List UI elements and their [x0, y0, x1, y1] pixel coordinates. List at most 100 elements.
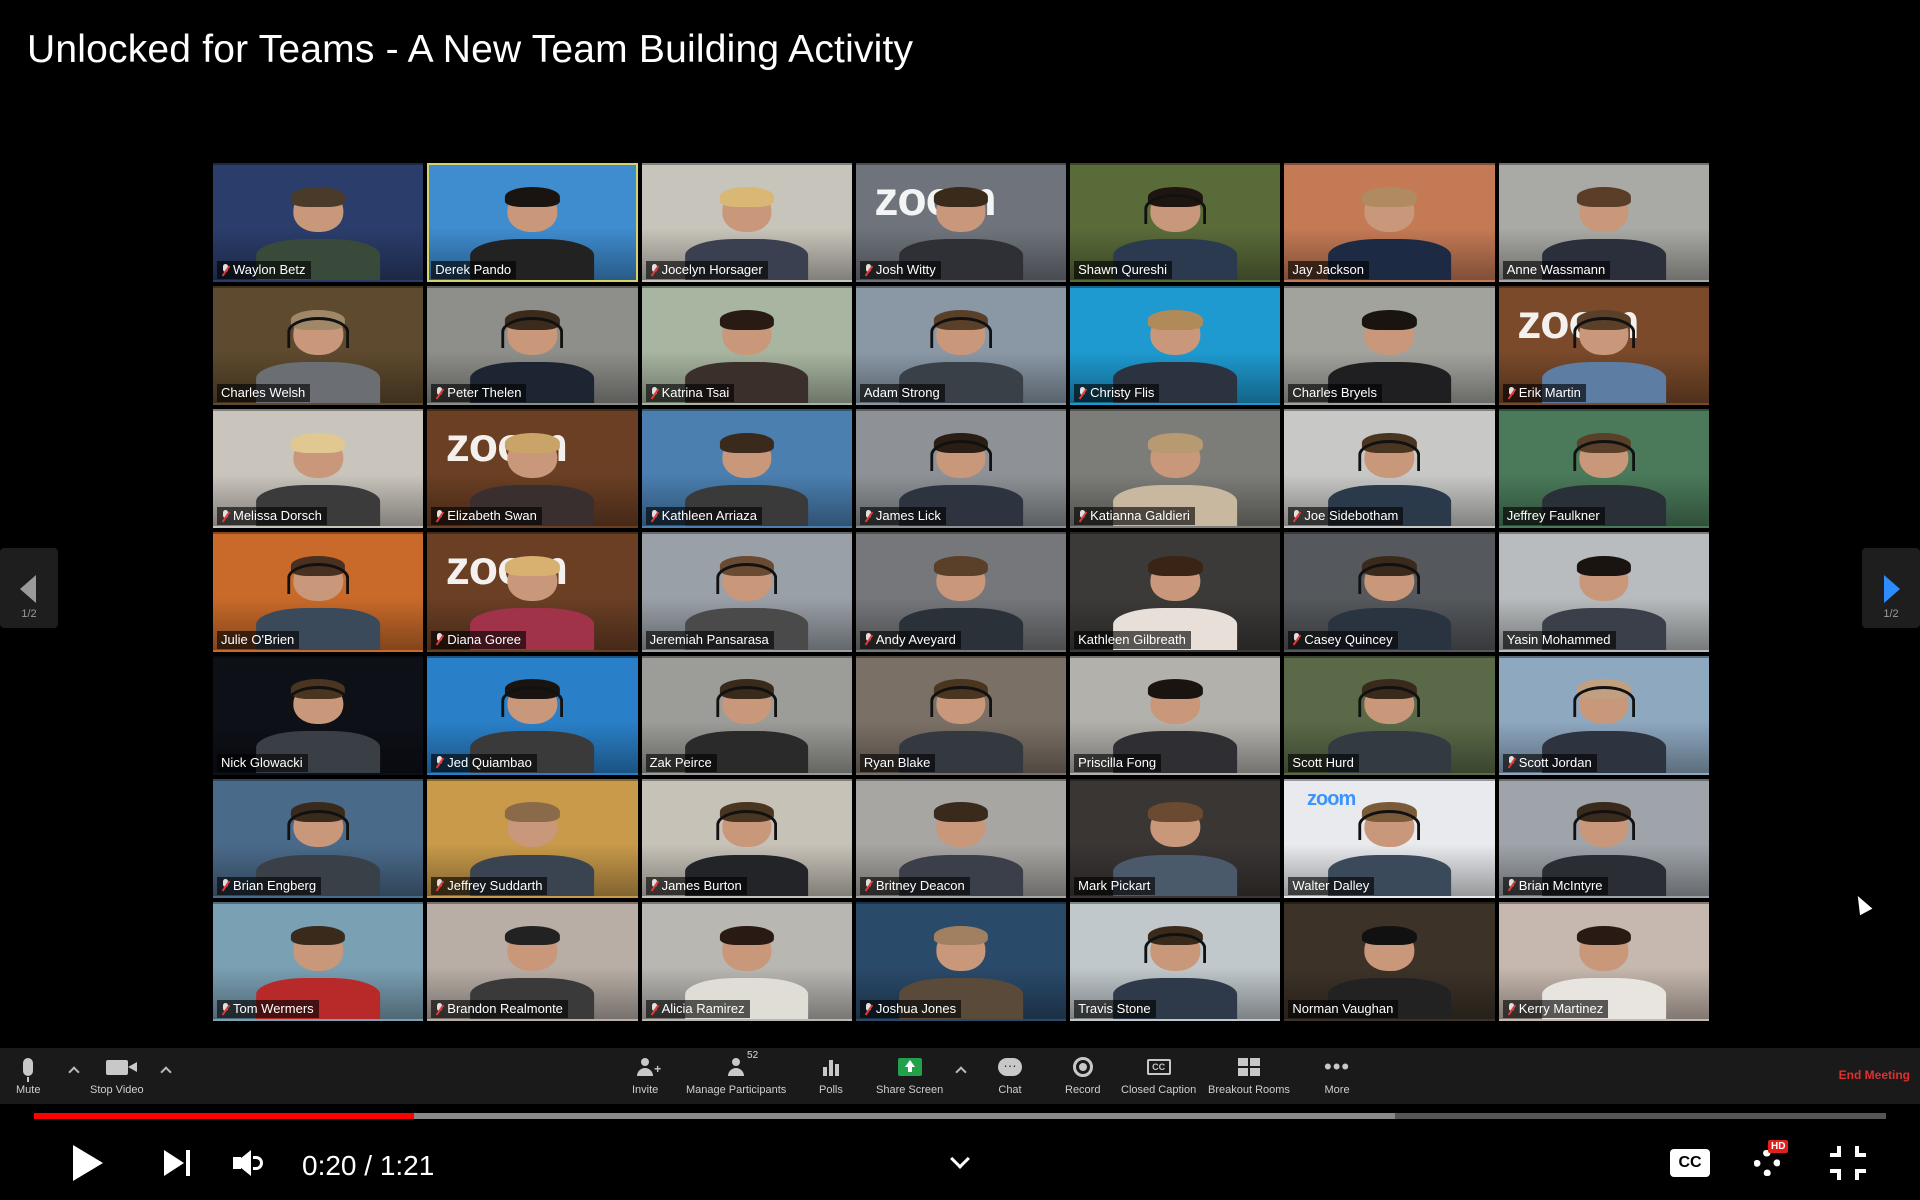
participant-tile[interactable]: Alicia Ramirez	[642, 902, 852, 1021]
participant-tile[interactable]: Priscilla Fong	[1070, 656, 1280, 775]
participant-tile[interactable]: Jay Jackson	[1284, 163, 1494, 282]
participant-tile[interactable]: Joshua Jones	[856, 902, 1066, 1021]
participant-tile[interactable]: Charles Bryels	[1284, 286, 1494, 405]
invite-button[interactable]: + Invite	[632, 1054, 661, 1096]
participant-tile[interactable]: Katianna Galdieri	[1070, 409, 1280, 528]
participant-tile[interactable]: Joe Sidebotham	[1284, 409, 1494, 528]
participant-tile[interactable]: Brandon Realmonte	[427, 902, 637, 1021]
participant-tile[interactable]: Kerry Martinez	[1499, 902, 1709, 1021]
mute-button[interactable]: Mute	[16, 1054, 40, 1096]
next-page-button[interactable]: 1/2	[1862, 548, 1920, 628]
participant-name: Kerry Martinez	[1518, 1001, 1604, 1016]
participant-tile[interactable]: Shawn Qureshi	[1070, 163, 1280, 282]
participant-tile[interactable]: Brian Engberg	[213, 779, 423, 898]
skip-next-icon	[162, 1148, 192, 1178]
participant-tile[interactable]: Jocelyn Horsager	[642, 163, 852, 282]
participant-name-tag: Elizabeth Swan	[431, 507, 542, 526]
participant-name-tag: Jocelyn Horsager	[645, 261, 768, 280]
next-video-button[interactable]	[160, 1140, 194, 1186]
closed-caption-button[interactable]: CC Closed Caption	[1121, 1054, 1196, 1096]
participant-tile[interactable]: Britney Deacon	[856, 779, 1066, 898]
participant-tile[interactable]: Nick Glowacki	[213, 656, 423, 775]
participant-name-tag: Ryan Blake	[859, 753, 936, 772]
participant-tile[interactable]: Jed Quiambao	[427, 656, 637, 775]
record-button[interactable]: Record	[1065, 1054, 1100, 1096]
participant-tile[interactable]: Norman Vaughan	[1284, 902, 1494, 1021]
volume-button[interactable]	[230, 1140, 270, 1186]
participant-tile[interactable]: Adam Strong	[856, 286, 1066, 405]
previous-page-button[interactable]: 1/2	[0, 548, 58, 628]
participant-tile[interactable]: zoom Walter Dalley	[1284, 779, 1494, 898]
participant-tile[interactable]: Jeremiah Pansarasa	[642, 532, 852, 651]
participant-tile[interactable]: Charles Welsh	[213, 286, 423, 405]
participant-tile[interactable]: Julie O'Brien	[213, 532, 423, 651]
participant-tile[interactable]: Scott Hurd	[1284, 656, 1494, 775]
play-button[interactable]	[68, 1140, 108, 1186]
participant-tile[interactable]: Brian McIntyre	[1499, 779, 1709, 898]
participant-tile[interactable]: zoomDiana Goree	[427, 532, 637, 651]
gallery-grid: Waylon Betz Derek Pando Jocelyn Horsager zo…	[213, 163, 1709, 1021]
participant-tile[interactable]: Mark Pickart	[1070, 779, 1280, 898]
participant-name-tag: Alicia Ramirez	[645, 1000, 750, 1018]
participant-tile[interactable]: Anne Wassmann	[1499, 163, 1709, 282]
participant-tile[interactable]: zoomElizabeth Swan	[427, 409, 637, 528]
manage-participants-button[interactable]: 52 Manage Participants	[686, 1050, 786, 1096]
participant-tile[interactable]: Tom Wermers	[213, 902, 423, 1021]
audio-options-caret[interactable]	[68, 1066, 80, 1078]
more-button[interactable]: ••• More	[1324, 1054, 1350, 1097]
participant-name: Alicia Ramirez	[661, 1001, 745, 1016]
page-indicator-right: 1/2	[1883, 608, 1899, 620]
participant-tile[interactable]: Katrina Tsai	[642, 286, 852, 405]
participant-tile[interactable]: Scott Jordan	[1499, 656, 1709, 775]
end-meeting-button[interactable]: End Meeting	[1839, 1068, 1910, 1082]
participant-tile[interactable]: James Burton	[642, 779, 852, 898]
exit-fullscreen-button[interactable]	[1826, 1140, 1870, 1186]
progress-played	[34, 1113, 414, 1119]
participant-name: Melissa Dorsch	[233, 508, 322, 524]
subtitles-button[interactable]: CC	[1668, 1140, 1712, 1186]
participant-tile[interactable]: Jeffrey Faulkner	[1499, 409, 1709, 528]
muted-mic-icon	[864, 509, 873, 523]
share-screen-button[interactable]: Share Screen	[876, 1054, 943, 1096]
breakout-rooms-button[interactable]: Breakout Rooms	[1208, 1054, 1290, 1096]
participant-tile[interactable]: Waylon Betz	[213, 163, 423, 282]
participant-tile[interactable]: Kathleen Arriaza	[642, 409, 852, 528]
participant-tile[interactable]: Travis Stone	[1070, 902, 1280, 1021]
stop-video-button[interactable]: Stop Video	[90, 1054, 144, 1096]
participant-name: Brandon Realmonte	[447, 1001, 563, 1016]
settings-button[interactable]: HD	[1745, 1140, 1789, 1186]
share-screen-icon	[897, 1058, 922, 1076]
participant-name: Brian McIntyre	[1518, 877, 1603, 893]
participant-tile[interactable]: Casey Quincey	[1284, 532, 1494, 651]
participant-tile[interactable]: Ryan Blake	[856, 656, 1066, 775]
participant-tile[interactable]: zoomErik Martin	[1499, 286, 1709, 405]
participant-tile[interactable]: Zak Peirce	[642, 656, 852, 775]
participant-tile[interactable]: zoomJosh Witty	[856, 163, 1066, 282]
share-options-caret[interactable]	[955, 1066, 967, 1078]
participant-name: Diana Goree	[447, 631, 521, 647]
participant-tile[interactable]: Andy Aveyard	[856, 532, 1066, 651]
participant-tile[interactable]: Melissa Dorsch	[213, 409, 423, 528]
participant-name: Charles Bryels	[1292, 385, 1377, 401]
participant-name-tag: Charles Bryels	[1288, 384, 1382, 403]
participant-tile[interactable]: Peter Thelen	[427, 286, 637, 405]
muted-mic-icon	[650, 386, 659, 400]
participant-tile[interactable]: Christy Flis	[1070, 286, 1280, 405]
participant-name: Elizabeth Swan	[447, 508, 537, 524]
participant-name: Norman Vaughan	[1292, 1001, 1394, 1016]
hd-badge: HD	[1768, 1140, 1789, 1153]
participant-tile[interactable]: Yasin Mohammed	[1499, 532, 1709, 651]
more-videos-toggle[interactable]	[945, 1140, 975, 1186]
participant-tile[interactable]: Derek Pando	[427, 163, 638, 283]
participant-name: Casey Quincey	[1304, 631, 1393, 647]
video-options-caret[interactable]	[160, 1066, 172, 1078]
participant-name-tag: Kerry Martinez	[1502, 1000, 1609, 1018]
participant-tile[interactable]: Kathleen Gilbreath	[1070, 532, 1280, 651]
video-progress-bar[interactable]	[34, 1113, 1886, 1119]
chat-button[interactable]: Chat	[998, 1054, 1022, 1096]
participant-name: Mark Pickart	[1078, 877, 1151, 893]
participant-tile[interactable]: Jeffrey Suddarth	[427, 779, 637, 898]
participant-name-tag: Kathleen Arriaza	[645, 507, 762, 526]
participant-tile[interactable]: James Lick	[856, 409, 1066, 528]
polls-button[interactable]: Polls	[819, 1054, 843, 1096]
